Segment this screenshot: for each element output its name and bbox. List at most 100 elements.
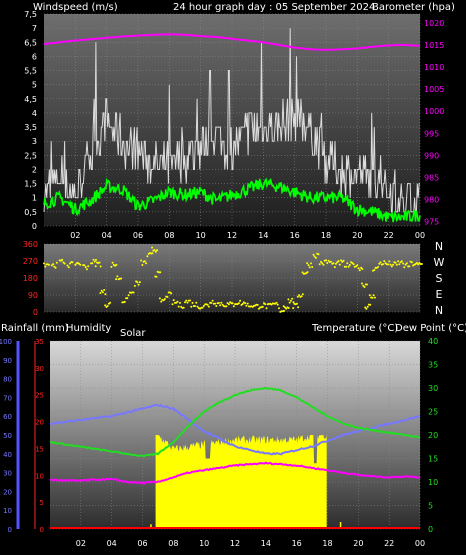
direction-point: [155, 275, 158, 278]
direction-point: [211, 299, 214, 302]
hour-tick-label: 12: [227, 231, 237, 240]
rain-tick-label: 20: [35, 419, 44, 427]
direction-point: [410, 261, 413, 264]
direction-point: [116, 275, 119, 278]
rain-tick-label: 25: [35, 392, 44, 400]
direction-point: [143, 260, 146, 263]
direction-point: [325, 259, 327, 262]
hour-tick-label: 22: [384, 231, 394, 240]
direction-point: [390, 265, 393, 268]
hour-tick-label: 08: [168, 539, 178, 548]
direction-tick-label: 0: [33, 308, 38, 317]
direction-point: [109, 301, 112, 304]
direction-point: [106, 305, 109, 307]
direction-point: [189, 299, 191, 302]
temp-tick-label: 10: [428, 478, 438, 487]
direction-point: [184, 301, 186, 304]
hour-tick-label: 00: [415, 231, 425, 240]
hour-tick-label: 22: [384, 539, 394, 548]
direction-point: [244, 302, 247, 305]
direction-point: [94, 265, 97, 268]
direction-point: [61, 258, 64, 261]
baro-tick-label: 985: [424, 173, 439, 182]
direction-point: [133, 284, 136, 287]
direction-point: [387, 263, 389, 266]
direction-point: [317, 253, 320, 256]
direction-point: [403, 266, 406, 269]
direction-point: [377, 266, 379, 268]
direction-point: [158, 297, 161, 300]
direction-point: [337, 260, 340, 263]
rainfall-label: Rainfall (mm): [1, 323, 69, 334]
header-barometer-label: Barometer (hpa): [372, 2, 455, 13]
rain-tick-label: 35: [35, 338, 44, 346]
temp-tick-label: 30: [428, 384, 438, 393]
direction-point: [79, 263, 82, 266]
direction-point: [146, 255, 149, 258]
rain-tick-label: 15: [35, 445, 44, 453]
direction-point: [388, 260, 391, 263]
direction-point: [365, 307, 368, 310]
direction-point: [225, 305, 228, 308]
direction-point: [295, 302, 298, 305]
direction-point: [48, 263, 50, 266]
direction-point: [288, 301, 291, 304]
direction-point: [83, 264, 86, 267]
baro-tick-label: 1000: [424, 107, 444, 116]
direction-point: [342, 259, 345, 262]
direction-point: [373, 296, 376, 299]
direction-point: [239, 299, 242, 302]
dewpoint-label: Dew Point (°C): [395, 323, 466, 334]
wind-tick-label: 2,5: [24, 151, 37, 160]
hour-tick-label: 14: [258, 231, 268, 240]
direction-point: [92, 258, 95, 261]
direction-point: [55, 261, 58, 264]
direction-point: [308, 266, 311, 269]
direction-point: [292, 301, 295, 304]
direction-point: [357, 267, 360, 270]
direction-point: [366, 305, 369, 308]
direction-point: [315, 256, 317, 259]
direction-point: [202, 305, 205, 307]
direction-point: [160, 300, 163, 303]
rain-tick-label: 10: [35, 472, 44, 480]
direction-point: [154, 250, 157, 253]
direction-point: [382, 263, 384, 266]
hour-tick-label: 04: [102, 231, 112, 240]
direction-point: [110, 265, 113, 268]
direction-point: [420, 263, 423, 265]
direction-point: [132, 291, 135, 294]
direction-point: [397, 260, 400, 263]
hour-tick-label: 02: [70, 231, 80, 240]
direction-point: [400, 260, 403, 263]
direction-point: [237, 302, 240, 305]
humidity-tick-label: 50: [3, 432, 12, 440]
direction-point: [372, 294, 375, 297]
direction-point: [85, 268, 88, 271]
rain-tick-label: 0: [40, 526, 44, 534]
hour-tick-label: 16: [290, 231, 300, 240]
direction-tick-label: 360: [23, 240, 38, 249]
compass-label: S: [436, 272, 443, 285]
direction-point: [186, 301, 189, 304]
direction-point: [405, 262, 408, 265]
direction-point: [185, 299, 188, 302]
direction-point: [332, 262, 335, 265]
direction-point: [383, 260, 386, 263]
direction-point: [394, 261, 397, 264]
humidity-tick-label: 60: [3, 413, 12, 421]
baro-tick-label: 980: [424, 196, 439, 205]
direction-point: [347, 265, 350, 268]
direction-point: [231, 302, 234, 305]
direction-point: [145, 262, 148, 265]
direction-point: [194, 305, 196, 308]
baro-tick-label: 1015: [424, 41, 444, 50]
direction-point: [220, 301, 223, 304]
humidity-tick-label: 40: [3, 451, 12, 459]
direction-point: [141, 264, 144, 266]
direction-point: [352, 263, 355, 266]
direction-point: [126, 297, 129, 300]
direction-point: [140, 259, 143, 262]
direction-point: [307, 264, 310, 267]
temp-tick-label: 35: [428, 361, 438, 370]
